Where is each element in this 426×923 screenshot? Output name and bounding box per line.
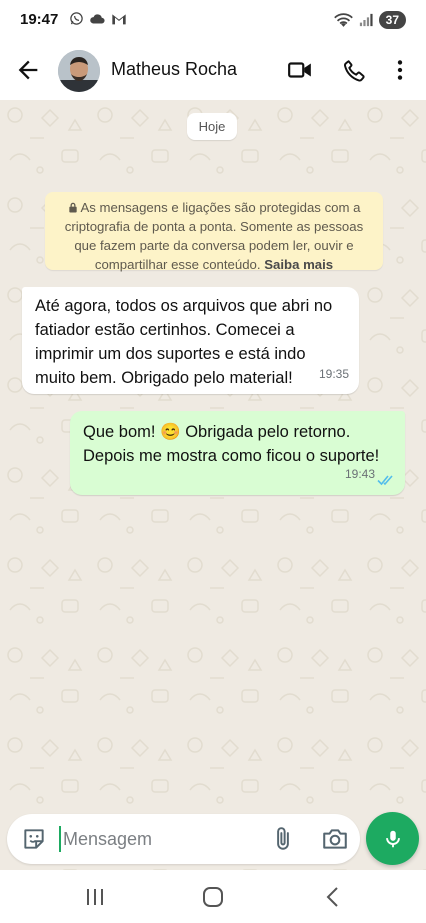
voice-call-icon[interactable] <box>341 57 367 83</box>
message-time: 19:43 <box>344 467 375 481</box>
read-ticks-icon <box>377 475 393 486</box>
text-caret <box>59 826 61 852</box>
message-time: 19:35 <box>318 367 349 381</box>
message-text: Até agora, todos os arquivos que abri no… <box>35 297 333 387</box>
status-bar: 19:47 37 <box>0 0 426 40</box>
learn-more-link[interactable]: Saiba mais <box>264 257 333 272</box>
battery-icon: 37 <box>378 11 406 29</box>
sticker-icon[interactable] <box>21 826 47 852</box>
attach-icon[interactable] <box>270 826 296 852</box>
signal-icon <box>359 13 373 27</box>
back-icon[interactable] <box>317 884 347 910</box>
back-arrow-icon[interactable] <box>14 56 42 84</box>
date-chip: Hoje <box>187 113 237 140</box>
message-input[interactable] <box>63 824 258 854</box>
smile-emoji: 😊 <box>160 423 181 441</box>
contact-name[interactable]: Matheus Rocha <box>111 59 237 80</box>
camera-icon[interactable] <box>321 826 349 852</box>
notification-icons <box>69 11 127 26</box>
gmail-icon <box>112 13 126 24</box>
system-icons: 37 <box>333 11 406 29</box>
message-composer <box>7 814 360 864</box>
more-vert-icon[interactable] <box>387 57 413 83</box>
status-time: 19:47 <box>20 11 59 28</box>
outgoing-message[interactable]: Que bom! 😊 Obrigada pelo retorno. Depois… <box>70 411 405 495</box>
system-nav-bar <box>0 870 426 923</box>
recents-icon[interactable] <box>80 884 110 910</box>
whatsapp-icon <box>70 12 83 25</box>
chat-header: Matheus Rocha <box>0 40 426 100</box>
avatar[interactable] <box>58 50 100 92</box>
mic-icon <box>385 830 400 847</box>
incoming-message[interactable]: Até agora, todos os arquivos que abri no… <box>22 287 359 394</box>
video-call-icon[interactable] <box>287 57 313 83</box>
wifi-icon <box>333 12 353 27</box>
encryption-notice[interactable]: As mensagens e ligações são protegidas c… <box>45 192 383 272</box>
lock-icon <box>68 202 77 213</box>
avatar-image <box>58 50 100 92</box>
mic-button[interactable] <box>366 812 419 865</box>
cloud-icon <box>90 14 105 24</box>
message-text-start: Que bom! <box>83 423 156 441</box>
chat-area[interactable]: Hoje As mensagens e ligações são protegi… <box>0 100 426 870</box>
home-icon[interactable] <box>198 884 228 910</box>
